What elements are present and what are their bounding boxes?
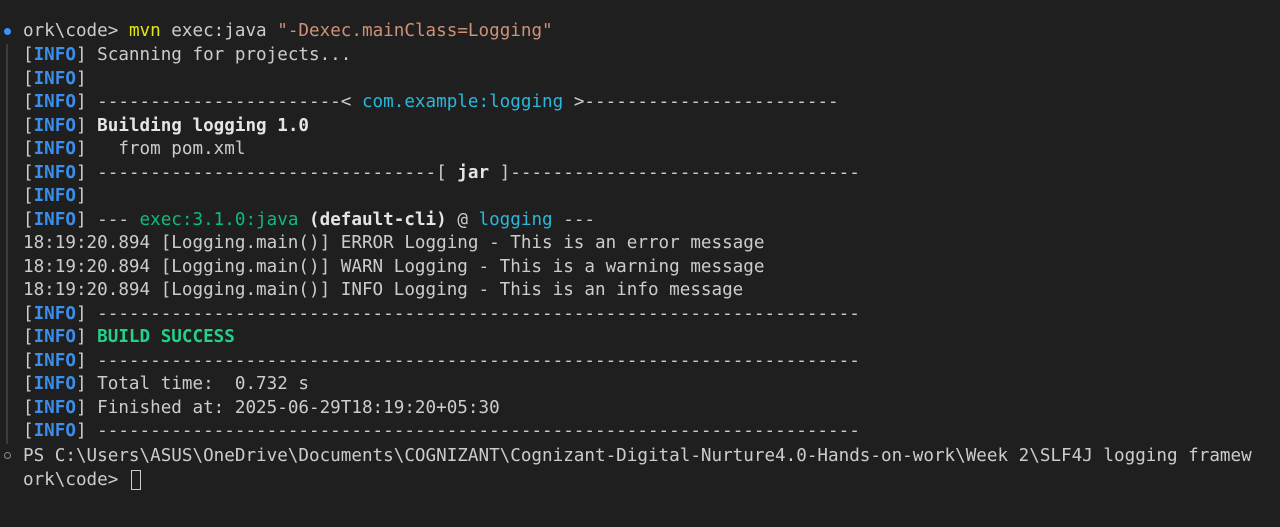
- info-tag: INFO: [33, 139, 76, 159]
- terminal-panel[interactable]: ork\code> mvn exec:java "-Dexec.mainClas…: [0, 0, 1280, 527]
- output-line: [INFO]: [23, 68, 87, 89]
- dashes-right: ]---------------------------------: [489, 162, 860, 183]
- log-line-error: 18:19:20.894 [Logging.main()] ERROR Logg…: [23, 233, 765, 253]
- command-decoration-bar: [6, 44, 8, 444]
- command-pending-decoration-icon[interactable]: [4, 452, 11, 459]
- info-tag: INFO: [33, 115, 76, 136]
- ps-prompt-continuation[interactable]: ork\code>: [23, 469, 141, 493]
- packaging-type: jar: [457, 162, 490, 183]
- dashes-left: -----------------------<: [86, 92, 362, 112]
- dashes-right: >------------------------: [563, 92, 839, 112]
- info-tag: INFO: [33, 350, 76, 371]
- output-line: [INFO] BUILD SUCCESS: [23, 327, 235, 347]
- output-line: [INFO] ---------------------------------…: [23, 350, 860, 371]
- log-line-info: 18:19:20.894 [Logging.main()] INFO Loggi…: [23, 280, 744, 300]
- output-line: [INFO] ---------------------------------…: [23, 303, 860, 324]
- command-line: ork\code> mvn exec:java "-Dexec.mainClas…: [23, 20, 553, 44]
- building-text: Building logging 1.0: [86, 115, 310, 136]
- ps-prompt-line: PS C:\Users\ASUS\OneDrive\Documents\COGN…: [23, 446, 1252, 466]
- output-line: [INFO] Finished at: 2025-06-29T18:19:20+…: [23, 397, 500, 418]
- prompt-path: ork\code>: [23, 470, 129, 490]
- command-string-arg: "-Dexec.mainClass=Logging": [277, 21, 553, 41]
- dashes-left: --------------------------------[: [86, 162, 458, 183]
- separator: ----------------------------------------…: [86, 350, 860, 371]
- output-line: [INFO] Total time: 0.732 s: [23, 374, 310, 394]
- output-line: [INFO] --------------------------------[…: [23, 162, 860, 183]
- output-line: [INFO] from pom.xml: [23, 139, 246, 159]
- command-name: mvn: [128, 21, 161, 41]
- separator: ----------------------------------------…: [86, 421, 860, 441]
- terminal-cursor: [130, 470, 141, 490]
- total-time-text: Total time: 0.732 s: [86, 374, 310, 394]
- output-line: [INFO]: [23, 186, 87, 206]
- info-tag: INFO: [33, 68, 76, 89]
- at-sign: @: [457, 209, 479, 230]
- info-tag: INFO: [33, 186, 76, 206]
- project-name: logging: [478, 209, 553, 230]
- prompt-path: ork\code>: [23, 21, 129, 41]
- exec-prefix: ---: [86, 209, 140, 230]
- info-tag: INFO: [33, 303, 76, 324]
- output-line: [INFO] --- exec:3.1.0:java (default-cli)…: [23, 209, 596, 230]
- info-tag: INFO: [33, 45, 76, 65]
- finished-at-text: Finished at: 2025-06-29T18:19:20+05:30: [86, 397, 500, 418]
- info-tag: INFO: [33, 327, 76, 347]
- artifact-id: com.example:logging: [361, 92, 564, 112]
- info-tag: INFO: [33, 162, 76, 183]
- info-tag: INFO: [33, 92, 76, 112]
- scanning-text: Scanning for projects...: [86, 45, 352, 65]
- separator: ----------------------------------------…: [86, 303, 860, 324]
- info-tag: INFO: [33, 421, 76, 441]
- output-line: [INFO] ---------------------------------…: [23, 421, 860, 441]
- build-success-text: BUILD SUCCESS: [86, 327, 235, 347]
- output-line: [INFO] Building logging 1.0: [23, 115, 310, 136]
- plugin-id: exec:3.1.0:java: [139, 209, 299, 230]
- exec-suffix: ---: [552, 209, 596, 230]
- command-success-decoration-icon[interactable]: [4, 28, 11, 35]
- output-line: [INFO] Scanning for projects...: [23, 45, 352, 65]
- command-args: exec:java: [160, 21, 278, 41]
- from-pom-text: from pom.xml: [86, 139, 246, 159]
- info-tag: INFO: [33, 397, 76, 418]
- execution-id: (default-cli): [298, 209, 458, 230]
- log-line-warn: 18:19:20.894 [Logging.main()] WARN Loggi…: [23, 256, 765, 277]
- output-line: [INFO] -----------------------< com.exam…: [23, 92, 839, 112]
- info-tag: INFO: [33, 374, 76, 394]
- info-tag: INFO: [33, 209, 76, 230]
